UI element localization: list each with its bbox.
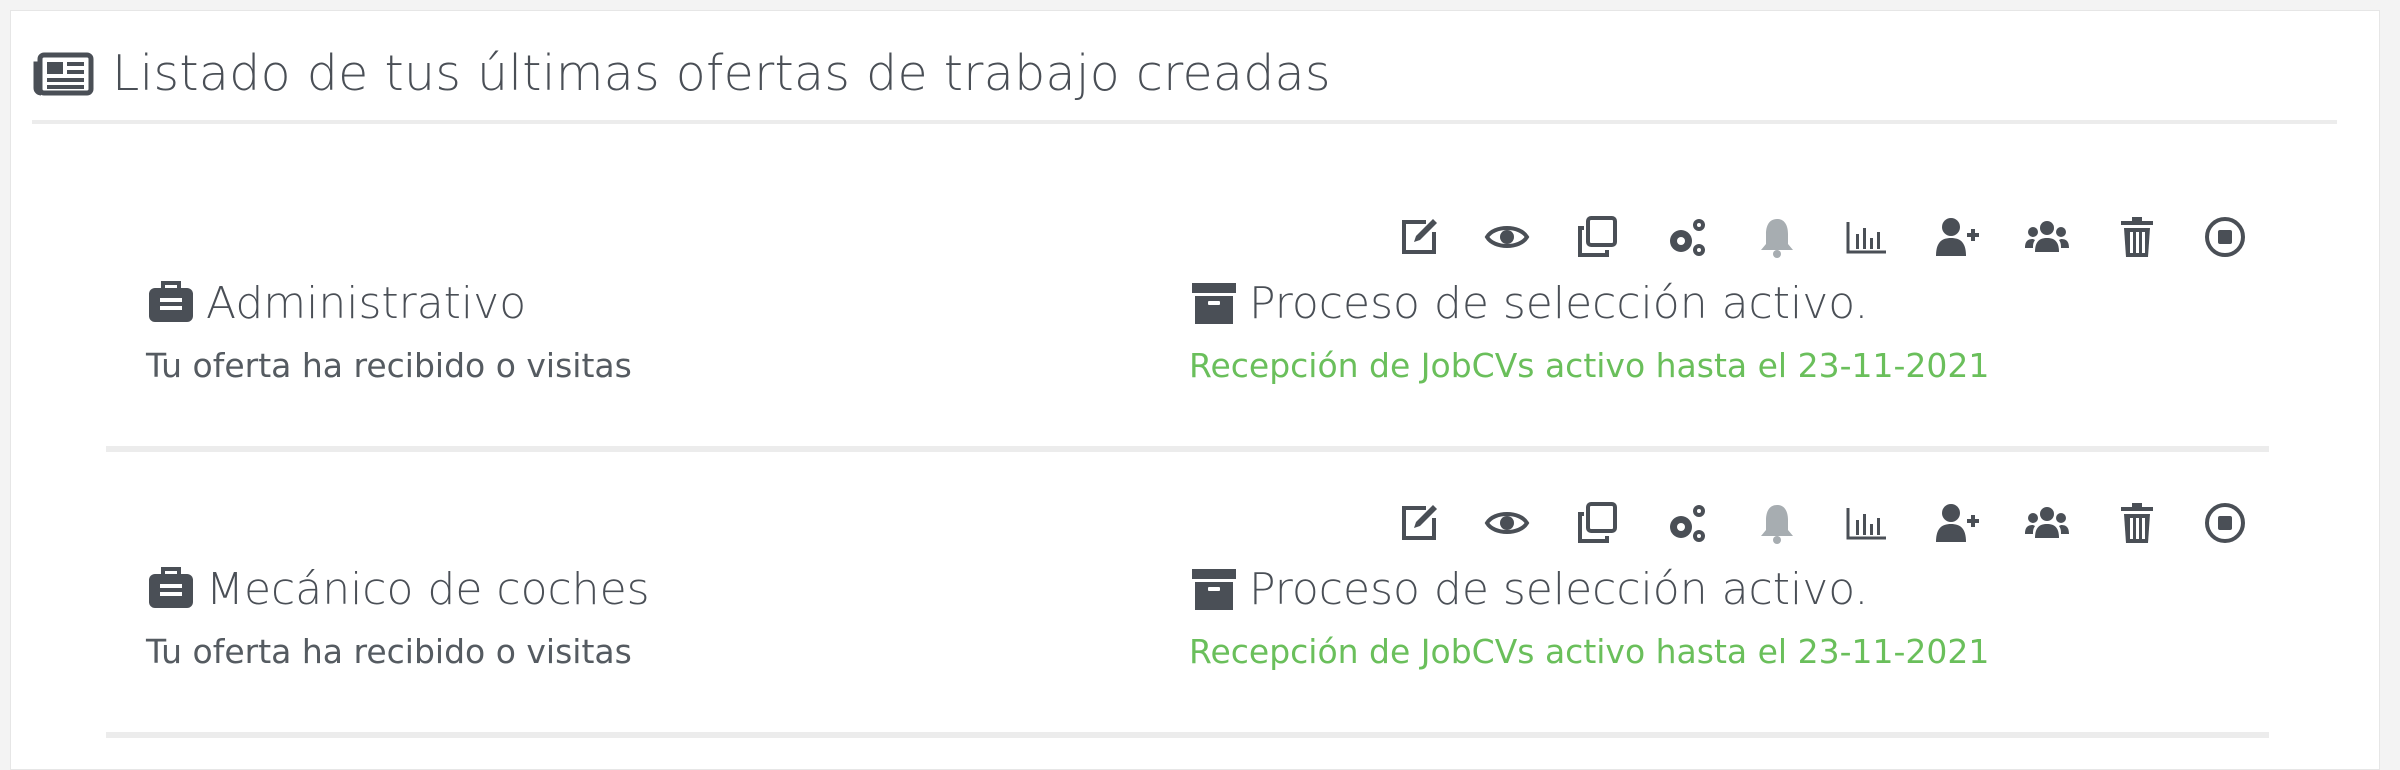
view-icon [1484, 512, 1530, 534]
offer-card: Mecánico de coches Tu oferta ha recibido… [106, 458, 2269, 738]
add-candidate-button[interactable] [1927, 206, 1987, 268]
archive-icon [1192, 283, 1236, 324]
chart-icon [1846, 508, 1886, 540]
delete-button[interactable] [2107, 206, 2167, 268]
offer-title[interactable]: Administrativo [206, 278, 526, 329]
users-icon [2025, 221, 2069, 252]
chart-icon [1846, 222, 1886, 254]
statistics-button[interactable] [1837, 492, 1897, 554]
add-user-icon [1936, 504, 1979, 542]
reception-status: Recepción de JobCVs activo hasta el 23-1… [1189, 346, 1990, 385]
status-text: Proceso de selección activo. [1249, 277, 1869, 329]
briefcase-icon [149, 281, 193, 322]
statistics-button[interactable] [1837, 206, 1897, 268]
edit-button[interactable] [1389, 492, 1449, 554]
offer-toolbar [1389, 206, 2269, 268]
copy-icon [1578, 502, 1617, 543]
bell-icon [1761, 505, 1793, 544]
offer-toolbar [1389, 492, 2269, 554]
copy-icon [1578, 216, 1617, 257]
stop-button[interactable] [2195, 492, 2255, 554]
settings-button[interactable] [1657, 206, 1717, 268]
status-text: Proceso de selección activo. [1249, 563, 1869, 615]
users-icon [2025, 507, 2069, 538]
offer-info: Administrativo Tu oferta ha recibido o v… [146, 272, 632, 386]
stop-button[interactable] [2195, 206, 2255, 268]
edit-button[interactable] [1389, 206, 1449, 268]
offer-title[interactable]: Mecánico de coches [206, 564, 650, 615]
page-title: Listado de tus últimas ofertas de trabaj… [112, 45, 1331, 102]
settings-icon [1670, 219, 1705, 256]
offer-visits: Tu oferta ha recibido o visitas [146, 346, 632, 385]
offer-info: Mecánico de coches Tu oferta ha recibido… [146, 558, 650, 672]
edit-icon [1402, 505, 1437, 540]
view-icon [1484, 226, 1530, 248]
copy-button[interactable] [1567, 206, 1627, 268]
notifications-button[interactable] [1747, 206, 1807, 268]
candidates-button[interactable] [2017, 492, 2077, 554]
offer-card: Administrativo Tu oferta ha recibido o v… [106, 172, 2269, 452]
notifications-button[interactable] [1747, 492, 1807, 554]
bell-icon [1761, 219, 1793, 258]
panel-header: Listado de tus últimas ofertas de trabaj… [32, 44, 2337, 124]
offer-status: Proceso de selección activo. Recepción d… [1189, 558, 1990, 672]
offer-visits: Tu oferta ha recibido o visitas [146, 632, 632, 671]
edit-icon [1402, 219, 1437, 254]
stop-icon [2205, 217, 2245, 257]
trash-icon [2121, 503, 2153, 543]
reception-status: Recepción de JobCVs activo hasta el 23-1… [1189, 632, 1990, 671]
offer-status: Proceso de selección activo. Recepción d… [1189, 272, 1990, 386]
add-user-icon [1936, 218, 1979, 256]
trash-icon [2121, 217, 2153, 257]
add-candidate-button[interactable] [1927, 492, 1987, 554]
view-button[interactable] [1477, 492, 1537, 554]
settings-icon [1670, 505, 1705, 542]
archive-icon [1192, 569, 1236, 610]
newspaper-icon [33, 52, 94, 96]
briefcase-icon [149, 567, 193, 608]
view-button[interactable] [1477, 206, 1537, 268]
stop-icon [2205, 503, 2245, 543]
settings-button[interactable] [1657, 492, 1717, 554]
delete-button[interactable] [2107, 492, 2167, 554]
copy-button[interactable] [1567, 492, 1627, 554]
candidates-button[interactable] [2017, 206, 2077, 268]
